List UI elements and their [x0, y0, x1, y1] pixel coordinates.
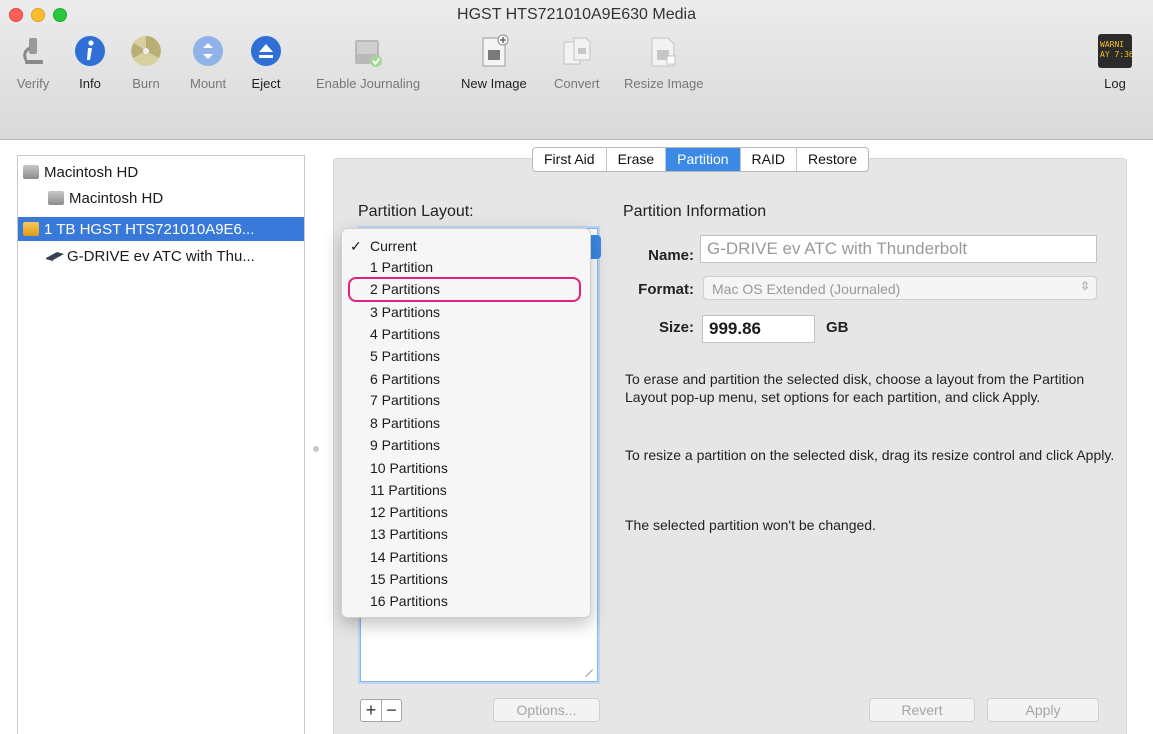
size-label: Size:	[658, 319, 694, 336]
toolbar-label: Eject	[251, 76, 281, 91]
partition-size-field[interactable]: 999.86	[702, 315, 815, 343]
apply-button[interactable]: Apply	[987, 698, 1099, 722]
external-disk-icon	[23, 222, 39, 236]
resize-grip-icon[interactable]	[578, 662, 594, 678]
tab-partition[interactable]: Partition	[666, 148, 741, 171]
format-select-value: Mac OS Extended (Journaled)	[712, 281, 901, 297]
tab-first-aid[interactable]: First Aid	[533, 148, 607, 171]
toolbar-mount-button[interactable]: Mount	[190, 34, 226, 91]
toolbar-new-image-button[interactable]: New Image	[461, 34, 527, 91]
add-partition-button[interactable]: +	[361, 700, 381, 721]
remove-partition-button[interactable]: −	[381, 700, 401, 721]
menu-item-current[interactable]: ✓ Current	[342, 235, 590, 257]
toolbar-convert-button[interactable]: Convert	[554, 34, 600, 91]
menu-item-12-partitions[interactable]: 12 Partitions	[342, 501, 590, 523]
menu-item-label: Current	[370, 238, 417, 254]
menu-item-14-partitions[interactable]: 14 Partitions	[342, 546, 590, 568]
toolbar-label: Mount	[190, 76, 227, 91]
toolbar-label: New Image	[461, 76, 527, 91]
name-label: Name:	[648, 247, 694, 264]
eject-icon	[251, 36, 281, 66]
toolbar-eject-button[interactable]: Eject	[249, 34, 283, 91]
sidebar-item-macintosh-hd-volume[interactable]: Macintosh HD	[18, 186, 304, 210]
sidebar-item-hgst-disk[interactable]: 1 TB HGST HTS721010A9E6...	[18, 217, 304, 241]
checkmark-icon: ✓	[350, 238, 362, 254]
menu-item-13-partitions[interactable]: 13 Partitions	[342, 523, 590, 545]
tab-bar: First Aid Erase Partition RAID Restore	[532, 147, 869, 172]
toolbar-enable-journaling-button[interactable]: Enable Journaling	[316, 34, 420, 91]
new-image-icon	[482, 34, 509, 67]
tab-erase[interactable]: Erase	[607, 148, 667, 171]
info-icon	[75, 36, 105, 66]
toolbar-label: Info	[79, 76, 101, 91]
toolbar-verify-button[interactable]: Verify	[16, 34, 50, 91]
updown-arrows-icon: ⇳	[1079, 279, 1090, 293]
sidebar-item-label: Macintosh HD	[44, 163, 139, 181]
toolbar-label: Resize Image	[624, 76, 704, 91]
menu-item-10-partitions[interactable]: 10 Partitions	[342, 457, 590, 479]
menu-item-6-partitions[interactable]: 6 Partitions	[342, 368, 590, 390]
add-remove-partition-control: + −	[360, 699, 402, 722]
options-button[interactable]: Options...	[493, 698, 600, 722]
format-label: Format:	[638, 281, 694, 298]
toolbar-label: Enable Journaling	[316, 76, 421, 91]
tab-restore[interactable]: Restore	[797, 148, 868, 171]
toolbar-resize-image-button[interactable]: Resize Image	[624, 34, 703, 91]
console-log-icon: WARNI AY 7:36	[1098, 34, 1132, 68]
menu-item-3-partitions[interactable]: 3 Partitions	[342, 301, 590, 323]
partition-information-title: Partition Information	[623, 203, 767, 220]
toolbar-label: Convert	[554, 76, 600, 91]
menu-item-5-partitions[interactable]: 5 Partitions	[342, 345, 590, 367]
splitter-handle[interactable]	[313, 446, 319, 452]
status-text: The selected partition won't be changed.	[625, 517, 876, 533]
sidebar-item-macintosh-hd-disk[interactable]: Macintosh HD	[18, 160, 304, 184]
toolbar-burn-button[interactable]: Burn	[129, 34, 163, 91]
toolbar-label: Verify	[16, 76, 50, 91]
menu-item-11-partitions[interactable]: 11 Partitions	[342, 479, 590, 501]
menu-item-2-partitions[interactable]: 2 Partitions	[342, 278, 590, 300]
window-toolbar: HGST HTS721010A9E630 Media Verify Info B…	[0, 0, 1153, 140]
tab-raid[interactable]: RAID	[741, 148, 797, 171]
menu-item-9-partitions[interactable]: 9 Partitions	[342, 434, 590, 456]
microscope-icon	[23, 38, 43, 64]
menu-item-7-partitions[interactable]: 7 Partitions	[342, 389, 590, 411]
size-unit-label: GB	[826, 319, 849, 336]
format-select[interactable]: Mac OS Extended (Journaled) ⇳	[703, 276, 1097, 300]
resize-help-text: To resize a partition on the selected di…	[625, 447, 1115, 463]
mount-icon	[193, 36, 224, 66]
sidebar-item-label: G-DRIVE ev ATC with Thu...	[67, 247, 255, 265]
sidebar-item-label: 1 TB HGST HTS721010A9E6...	[44, 220, 255, 238]
window-title: HGST HTS721010A9E630 Media	[457, 6, 696, 23]
sidebar-item-gdrive-volume[interactable]: G-DRIVE ev ATC with Thu...	[18, 244, 304, 268]
partition-layout-title: Partition Layout:	[358, 203, 474, 220]
partition-layout-menu: ✓ Current 1 Partition 2 Partitions 3 Par…	[341, 228, 591, 618]
convert-icon	[563, 37, 591, 65]
menu-item-15-partitions[interactable]: 15 Partitions	[342, 568, 590, 590]
menu-item-16-partitions[interactable]: 16 Partitions	[342, 590, 590, 612]
journaling-icon	[355, 40, 383, 67]
partition-name-field[interactable]: G-DRIVE ev ATC with Thunderbolt	[700, 235, 1097, 263]
toolbar-log-button[interactable]: WARNI AY 7:36 Log	[1098, 34, 1132, 91]
menu-item-1-partition[interactable]: 1 Partition	[342, 256, 590, 278]
toolbar-label: Log	[1104, 76, 1126, 91]
toolbar-label: Burn	[132, 76, 160, 91]
hard-disk-icon	[23, 165, 39, 179]
toolbar-info-button[interactable]: Info	[73, 34, 107, 91]
resize-image-icon	[651, 37, 676, 67]
revert-button[interactable]: Revert	[869, 698, 975, 722]
disk-list-sidebar[interactable]: Macintosh HD Macintosh HD 1 TB HGST HTS7…	[17, 155, 305, 734]
menu-item-8-partitions[interactable]: 8 Partitions	[342, 412, 590, 434]
burn-icon	[131, 36, 161, 66]
erase-help-text: To erase and partition the selected disk…	[625, 371, 1085, 405]
thunderbolt-drive-icon	[46, 252, 64, 261]
volume-icon	[48, 191, 64, 205]
sidebar-item-label: Macintosh HD	[69, 189, 164, 207]
menu-item-4-partitions[interactable]: 4 Partitions	[342, 323, 590, 345]
